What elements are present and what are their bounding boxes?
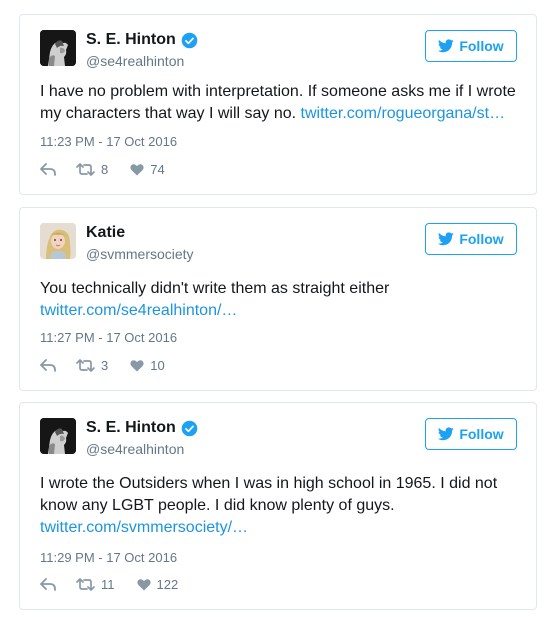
tweet-timestamp[interactable]: 11:23 PM - 17 Oct 2016 [40, 134, 177, 149]
tweet-card: Katie @svmmersociety Follow You technica… [19, 207, 537, 391]
retweet-count: 8 [101, 162, 109, 177]
user-handle[interactable]: @se4realhinton [86, 53, 184, 69]
follow-label: Follow [459, 231, 504, 247]
verified-badge-icon [181, 32, 198, 49]
tweet-actions: 8 74 [40, 162, 165, 177]
retweet-count: 11 [101, 577, 115, 592]
reply-button[interactable] [40, 578, 58, 591]
retweet-button[interactable]: 11 [76, 577, 115, 592]
follow-button[interactable]: Follow [425, 30, 517, 62]
tweet-actions: 3 10 [40, 358, 165, 373]
verified-badge-icon [181, 420, 198, 437]
tweet-link[interactable]: twitter.com/rogueorgana/st… [301, 105, 506, 122]
tweet-text: I have no problem with interpretation. I… [40, 81, 516, 125]
reply-icon [40, 359, 56, 372]
retweet-icon [76, 578, 95, 591]
reply-icon [40, 163, 56, 176]
display-name[interactable]: S. E. Hinton [86, 31, 176, 49]
display-name[interactable]: S. E. Hinton [86, 419, 176, 437]
like-button[interactable]: 74 [130, 162, 165, 177]
avatar[interactable] [40, 418, 76, 454]
like-count: 74 [150, 162, 165, 177]
tweet-body: You technically didn't write them as str… [40, 280, 390, 297]
avatar[interactable] [40, 223, 76, 259]
reply-icon [40, 578, 56, 591]
heart-icon [130, 163, 144, 176]
tweet-timestamp[interactable]: 11:27 PM - 17 Oct 2016 [40, 330, 177, 345]
tweet-link[interactable]: twitter.com/se4realhinton/… [40, 302, 237, 319]
tweet-body: I wrote the Outsiders when I was in high… [40, 475, 498, 514]
tweet-card: S. E. Hinton @se4realhinton Follow I hav… [19, 14, 537, 195]
twitter-bird-icon [438, 232, 455, 246]
retweet-button[interactable]: 8 [76, 162, 108, 177]
tweet-timestamp[interactable]: 11:29 PM - 17 Oct 2016 [40, 550, 177, 565]
reply-button[interactable] [40, 163, 58, 176]
user-handle[interactable]: @svmmersociety [86, 246, 194, 262]
tweet-link[interactable]: twitter.com/svmmersociety/… [40, 519, 248, 536]
avatar[interactable] [40, 30, 76, 66]
user-handle[interactable]: @se4realhinton [86, 441, 184, 457]
twitter-bird-icon [438, 427, 455, 441]
tweet-text: You technically didn't write them as str… [40, 278, 516, 322]
tweet-actions: 11 122 [40, 577, 178, 592]
twitter-bird-icon [438, 39, 455, 53]
follow-button[interactable]: Follow [425, 418, 517, 450]
follow-button[interactable]: Follow [425, 223, 517, 255]
like-button[interactable]: 10 [130, 358, 165, 373]
heart-icon [136, 578, 151, 591]
display-name[interactable]: Katie [86, 224, 125, 242]
follow-label: Follow [459, 38, 504, 54]
like-button[interactable]: 122 [136, 577, 179, 592]
retweet-icon [76, 163, 95, 176]
follow-label: Follow [459, 426, 504, 442]
like-count: 10 [150, 358, 165, 373]
retweet-button[interactable]: 3 [76, 358, 108, 373]
like-count: 122 [156, 577, 179, 592]
retweet-count: 3 [101, 358, 109, 373]
heart-icon [130, 359, 144, 372]
tweet-text: I wrote the Outsiders when I was in high… [40, 473, 516, 539]
tweet-card: S. E. Hinton @se4realhinton Follow I wro… [19, 402, 537, 610]
retweet-icon [76, 359, 95, 372]
reply-button[interactable] [40, 359, 58, 372]
